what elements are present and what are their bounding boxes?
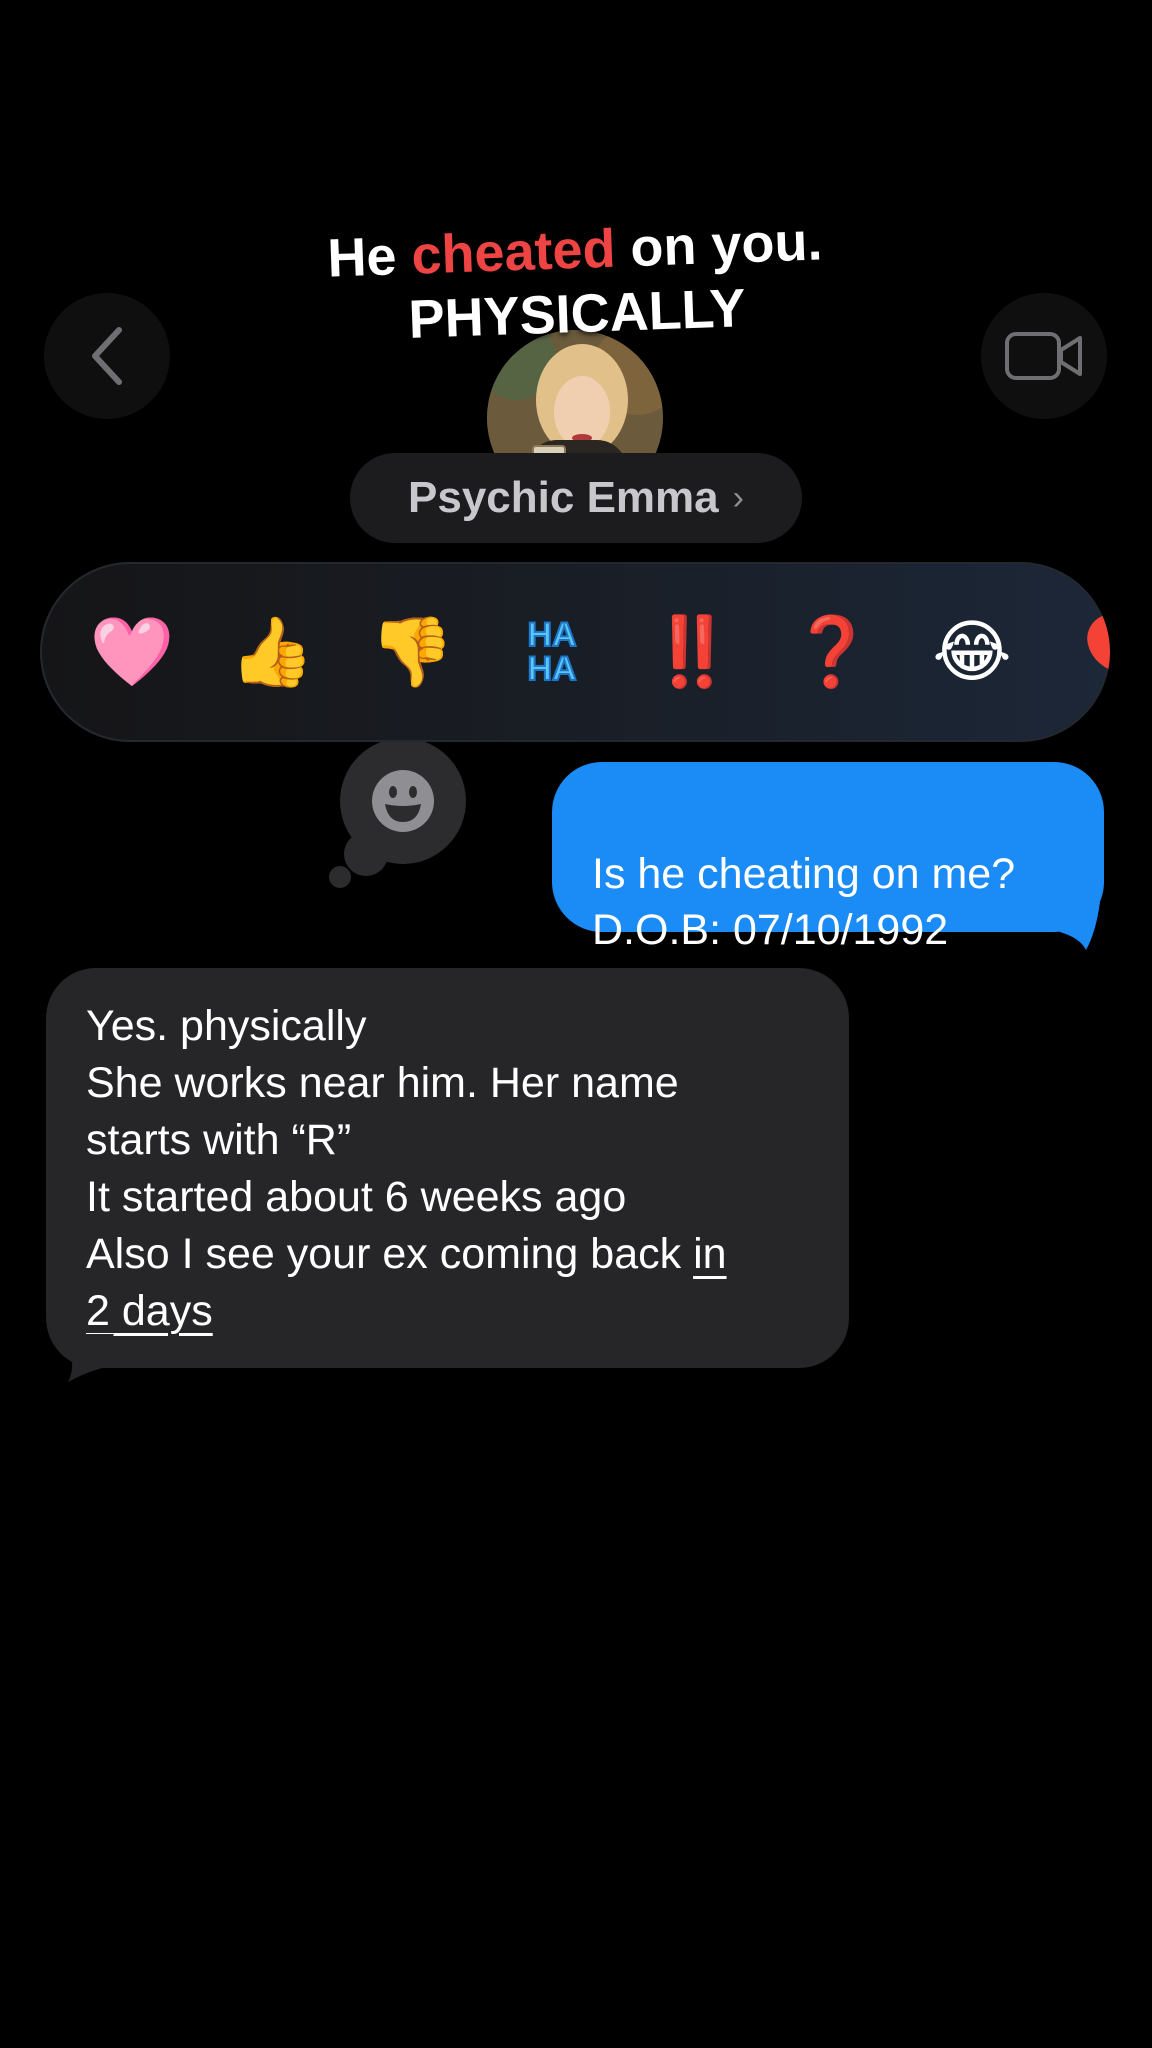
caption-text: He (326, 226, 398, 289)
message-line: Yes. physically (86, 1002, 367, 1050)
video-caption: He cheated on you. PHYSICALLY (0, 198, 1152, 366)
message-line: starts with “R” (86, 1116, 352, 1164)
incoming-bubble-tail (64, 1334, 114, 1382)
video-camera-icon (1005, 332, 1082, 380)
outgoing-message-text: Is he cheating on me? D.O.B: 07/10/1992 (592, 850, 1016, 954)
reaction-tail-dot (344, 832, 388, 876)
message-text: Also I see your ex coming back (86, 1230, 694, 1278)
chevron-right-icon: › (732, 478, 744, 517)
contact-name-button[interactable]: Psychic Emma › (350, 453, 802, 543)
date-link[interactable]: 2 days (86, 1287, 213, 1335)
heart-reaction-icon[interactable]: 🩷 (90, 618, 175, 686)
reaction-tail-dot (329, 866, 351, 888)
haha-text: HA (526, 650, 577, 688)
message-line: Also I see your ex coming back in (86, 1226, 809, 1283)
laughing-reaction-icon[interactable]: 😂 (932, 618, 1011, 686)
caption-highlight: cheated (410, 218, 617, 286)
smiley-face-icon (372, 770, 434, 832)
incoming-message-bubble[interactable]: Yes. physically She works near him. Her … (46, 968, 849, 1368)
message-line: It started about 6 weeks ago (86, 1173, 627, 1221)
date-link[interactable]: in (693, 1230, 726, 1278)
balloon-reaction-icon[interactable]: 🎈 (1070, 618, 1110, 686)
question-reaction-icon[interactable]: ❓ (790, 618, 875, 686)
contact-name: Psychic Emma (408, 473, 719, 522)
thumbs-down-reaction-icon[interactable]: 👎 (370, 618, 455, 686)
tapback-reaction-bar: 🩷 👍 👎 HA HA ‼️ ❓ 😂 🎈 (40, 562, 1110, 742)
caption-text: on you. (629, 211, 824, 279)
exclamation-reaction-icon[interactable]: ‼️ (650, 618, 735, 686)
message-line: 2 days (86, 1283, 809, 1340)
haha-text: HA (526, 616, 577, 654)
haha-reaction-icon[interactable]: HA HA (526, 616, 577, 688)
message-line: She works near him. Her name (86, 1059, 679, 1107)
thumbs-up-reaction-icon[interactable]: 👍 (230, 618, 315, 686)
outgoing-bubble-tail (1060, 902, 1100, 950)
outgoing-message-bubble[interactable]: Is he cheating on me? D.O.B: 07/10/1992 (552, 762, 1104, 954)
